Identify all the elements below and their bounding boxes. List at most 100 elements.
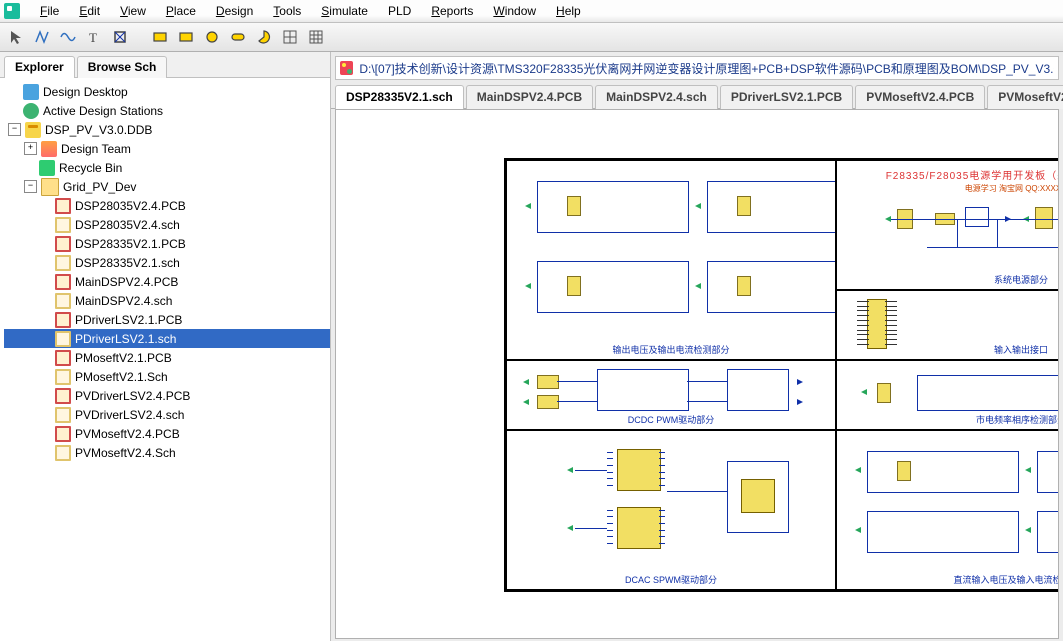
menu-design-label: esign	[225, 4, 254, 18]
tree-ddb[interactable]: − DSP_PV_V3.0.DDB	[4, 120, 330, 139]
tool-rect-fill-icon[interactable]	[176, 27, 196, 47]
tree-file-label: MainDSPV2.4.PCB	[75, 275, 178, 289]
tree-file-label: PDriverLSV2.1.sch	[75, 332, 176, 346]
tree-file[interactable]: PMoseftV2.1.PCB	[4, 348, 330, 367]
tool-grid1-icon[interactable]	[280, 27, 300, 47]
menu-window-label: indow	[505, 4, 536, 18]
tree-file[interactable]: MainDSPV2.4.PCB	[4, 272, 330, 291]
tree-file-label: DSP28335V2.1.sch	[75, 256, 180, 270]
menu-edit-label: dit	[87, 4, 100, 18]
tree-file[interactable]: DSP28035V2.4.PCB	[4, 196, 330, 215]
app-icon	[4, 3, 20, 19]
sch-icon	[55, 217, 71, 233]
document-tab[interactable]: DSP28335V2.1.sch	[335, 85, 464, 109]
tool-pill-icon[interactable]	[228, 27, 248, 47]
pcb-icon	[55, 198, 71, 214]
project-tree[interactable]: Design Desktop Active Design Stations − …	[0, 78, 330, 641]
tree-file-label: PMoseftV2.1.Sch	[75, 370, 168, 384]
menu-design[interactable]: Design	[206, 2, 263, 20]
tool-pie-icon[interactable]	[254, 27, 274, 47]
document-tab[interactable]: MainDSPV2.4.PCB	[466, 85, 593, 109]
tool-grid2-icon[interactable]	[306, 27, 326, 47]
main-area: Explorer Browse Sch Design Desktop Activ…	[0, 52, 1063, 641]
tree-file[interactable]: DSP28335V2.1.sch	[4, 253, 330, 272]
sch-icon	[55, 407, 71, 423]
ddb-icon	[25, 122, 41, 138]
tree-file[interactable]: PVMoseftV2.4.Sch	[4, 443, 330, 462]
tree-file[interactable]: PVMoseftV2.4.PCB	[4, 424, 330, 443]
tree-recycle-bin[interactable]: Recycle Bin	[4, 158, 330, 177]
menu-window[interactable]: Window	[483, 2, 546, 20]
document-tab[interactable]: PVMoseftV2.4.PCB	[855, 85, 985, 109]
menu-bar: File Edit View Place Design Tools Simula…	[0, 0, 1063, 23]
tree-file[interactable]: DSP28035V2.4.sch	[4, 215, 330, 234]
collapse-icon[interactable]: −	[8, 123, 21, 136]
app-doc-icon	[340, 61, 353, 75]
menu-place[interactable]: Place	[156, 2, 206, 20]
tree-file[interactable]: PMoseftV2.1.Sch	[4, 367, 330, 386]
tree-file-label: MainDSPV2.4.sch	[75, 294, 172, 308]
tree-file[interactable]: PVDriverLSV2.4.sch	[4, 405, 330, 424]
tab-explorer[interactable]: Explorer	[4, 56, 75, 78]
tree-file[interactable]: PDriverLSV2.1.PCB	[4, 310, 330, 329]
sheet-sub-title: 电源学习 淘宝网 QQ:XXXXXXX	[837, 183, 1059, 194]
tree-label: Recycle Bin	[59, 161, 122, 175]
menu-reports-label: eports	[440, 4, 473, 18]
menu-file[interactable]: File	[30, 2, 69, 20]
tree-file[interactable]: DSP28335V2.1.PCB	[4, 234, 330, 253]
tree-file[interactable]: MainDSPV2.4.sch	[4, 291, 330, 310]
desktop-icon	[23, 84, 39, 100]
menu-view-label: iew	[128, 4, 146, 18]
tree-file-label: PVMoseftV2.4.Sch	[75, 446, 176, 460]
sheet-main-title: F28335/F28035电源学用开发板（采样驱动板顶商版）	[837, 167, 1059, 182]
tree-file-label: PDriverLSV2.1.PCB	[75, 313, 182, 327]
expand-icon[interactable]: +	[24, 142, 37, 155]
tree-active-stations[interactable]: Active Design Stations	[4, 101, 330, 120]
cell-title: DCDC PWM驱动部分	[507, 413, 835, 426]
tool-rect-outline-icon[interactable]	[150, 27, 170, 47]
tool-segment-icon[interactable]	[32, 27, 52, 47]
document-path: D:\[07]技术创新\设计资源\TMS320F28335光伏离网并网逆变器设计…	[359, 60, 1054, 77]
menu-tools[interactable]: Tools	[263, 2, 311, 20]
tree-file[interactable]: PVDriverLSV2.4.PCB	[4, 386, 330, 405]
cell-title: 系统电源部分	[837, 273, 1059, 286]
tab-browse-sch[interactable]: Browse Sch	[77, 56, 168, 78]
sheet-cell-a2: 输入输出接口	[836, 290, 1059, 360]
tool-erase-icon[interactable]	[110, 27, 130, 47]
tool-select-icon[interactable]	[6, 27, 26, 47]
tree-design-desktop[interactable]: Design Desktop	[4, 82, 330, 101]
sch-icon	[55, 369, 71, 385]
schematic-canvas[interactable]: F28335/F28035电源学用开发板（采样驱动板顶商版） 电源学习 淘宝网 …	[335, 109, 1059, 639]
menu-help[interactable]: Help	[546, 2, 591, 20]
pcb-icon	[55, 236, 71, 252]
document-tab[interactable]: PDriverLSV2.1.PCB	[720, 85, 853, 109]
tree-label: Design Desktop	[43, 85, 128, 99]
document-tab[interactable]: PVMoseftV2.…	[987, 85, 1063, 109]
menu-reports[interactable]: Reports	[421, 2, 483, 20]
menu-pld[interactable]: PLD	[378, 2, 421, 20]
pcb-icon	[55, 350, 71, 366]
tree-file[interactable]: PDriverLSV2.1.sch	[4, 329, 330, 348]
tool-circle-icon[interactable]	[202, 27, 222, 47]
tree-folder-gridpvdev[interactable]: − Grid_PV_Dev	[4, 177, 330, 196]
document-tab[interactable]: MainDSPV2.4.sch	[595, 85, 718, 109]
tree-file-label: DSP28035V2.4.sch	[75, 218, 180, 232]
tree-file-label: DSP28035V2.4.PCB	[75, 199, 186, 213]
tree-design-team[interactable]: + Design Team	[4, 139, 330, 158]
schematic-sheet: F28335/F28035电源学用开发板（采样驱动板顶商版） 电源学习 淘宝网 …	[504, 158, 1059, 592]
tool-wave-icon[interactable]	[58, 27, 78, 47]
team-icon	[41, 141, 57, 157]
globe-icon	[23, 103, 39, 119]
menu-help-label: elp	[565, 4, 581, 18]
menu-simulate[interactable]: Simulate	[311, 2, 378, 20]
pcb-icon	[55, 312, 71, 328]
tool-text-icon[interactable]: T	[84, 27, 104, 47]
menu-view[interactable]: View	[110, 2, 156, 20]
tree-file-label: PVMoseftV2.4.PCB	[75, 427, 180, 441]
sheet-cell-b4: 直流输入电压及输入电流检测部分	[836, 430, 1059, 590]
document-path-bar: D:\[07]技术创新\设计资源\TMS320F28335光伏离网并网逆变器设计…	[335, 56, 1059, 80]
menu-edit[interactable]: Edit	[69, 2, 110, 20]
tree-label: Grid_PV_Dev	[63, 180, 136, 194]
pcb-icon	[55, 426, 71, 442]
collapse-icon[interactable]: −	[24, 180, 37, 193]
